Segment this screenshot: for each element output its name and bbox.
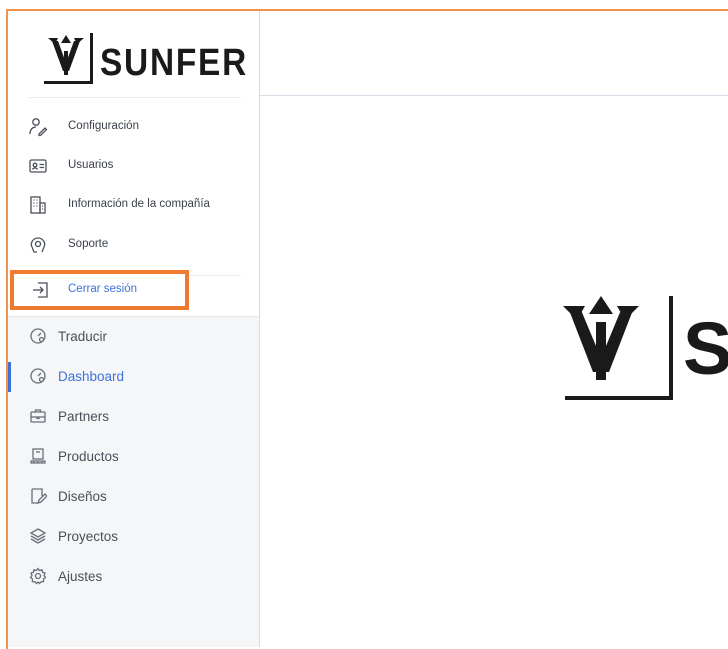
brand-logo[interactable]: SUNFER [44,29,254,89]
nav-item-productos[interactable]: Productos [8,440,259,474]
layers-icon [29,527,47,545]
nav-item-label: Ajustes [58,569,103,584]
nav-item-label: Traducir [58,329,108,344]
nav-item-label: Proyectos [58,529,119,544]
nav-item-ajustes[interactable]: Ajustes [8,560,259,594]
account-menu: SUNFER Configuración Usuarios Informació… [8,11,259,317]
nav-item-label: Dashboard [58,369,125,384]
nav-item-traducir[interactable]: Traducir [8,320,259,354]
main-logo-text: SUNFER [683,307,728,390]
briefcase-icon [29,407,47,425]
gear-icon [29,567,47,585]
support-icon [28,235,48,255]
nav-item-dashboard[interactable]: Dashboard [8,360,259,394]
menu-item-informacion-compania[interactable]: Información de la compañía [8,191,259,219]
gauge-icon [29,367,47,385]
divider [28,97,241,98]
main-logo: SUNFER [563,292,728,404]
menu-item-label: Usuarios [68,159,114,171]
nav-item-proyectos[interactable]: Proyectos [8,520,259,554]
menu-item-usuarios[interactable]: Usuarios [8,152,259,180]
menu-item-configuracion[interactable]: Configuración [8,113,259,141]
product-icon [29,447,47,465]
logout-icon [30,280,50,300]
id-card-icon [28,156,48,176]
sidebar: SUNFER Configuración Usuarios Informació… [8,11,260,647]
nav-item-label: Diseños [58,489,107,504]
logout-button[interactable]: Cerrar sesión [8,276,259,304]
user-edit-icon [28,117,48,137]
nav-item-label: Partners [58,409,110,424]
nav-item-label: Productos [58,449,119,464]
design-icon [29,487,48,505]
nav-item-disenos[interactable]: Diseños [8,480,259,514]
nav-item-partners[interactable]: Partners [8,400,259,434]
gauge-icon [29,327,47,345]
building-icon [28,195,48,215]
menu-item-soporte[interactable]: Soporte [8,231,259,259]
menu-item-label: Información de la compañía [68,198,210,210]
menu-item-label: Soporte [68,238,109,250]
menu-item-label: Configuración [68,120,139,132]
brand-name: SUNFER [100,42,248,84]
active-indicator [8,362,11,392]
logout-label: Cerrar sesión [68,283,138,295]
top-bar [260,11,728,96]
